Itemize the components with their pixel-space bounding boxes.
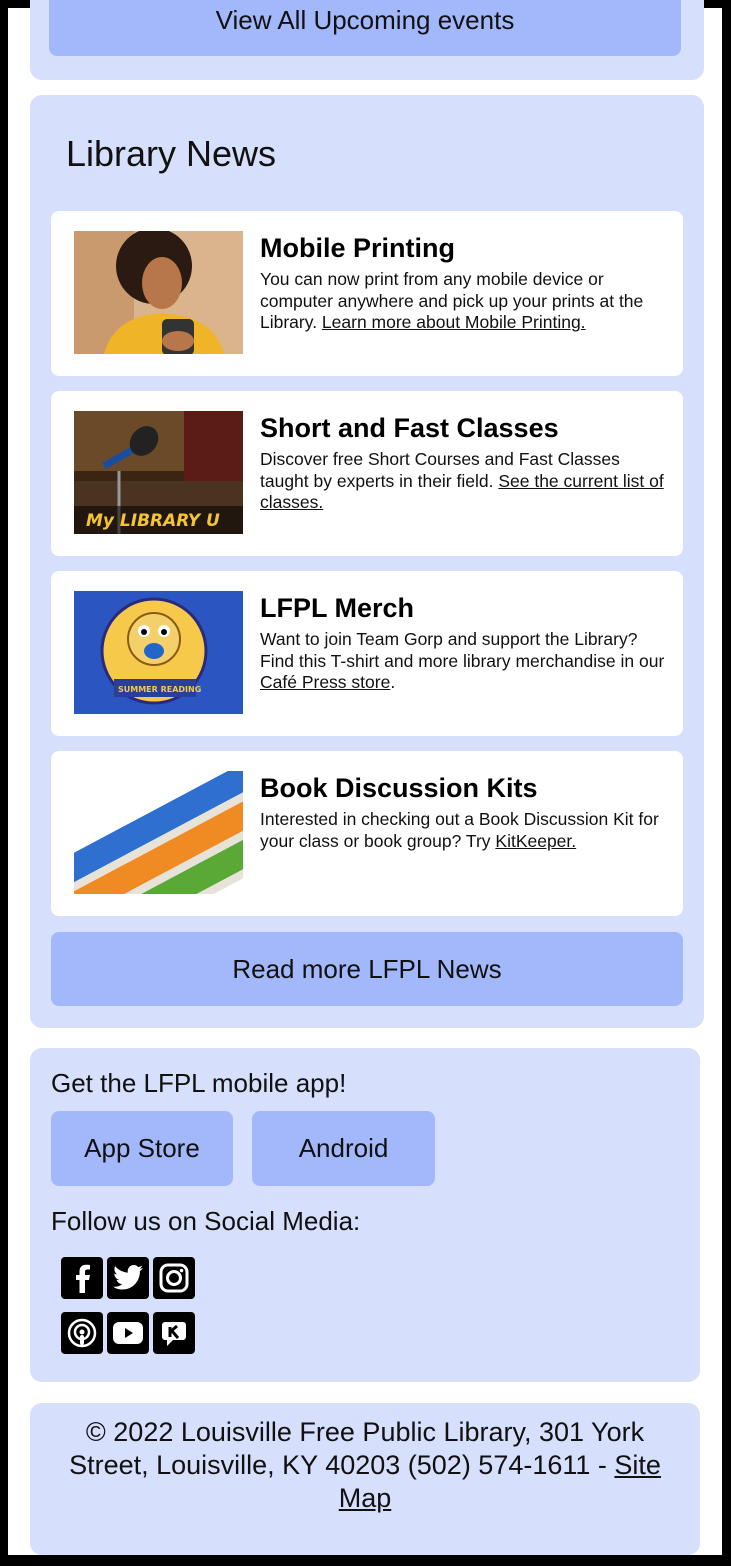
footer-panel: © 2022 Louisville Free Public Library, 3… bbox=[30, 1403, 700, 1555]
kitkeeper-link[interactable]: KitKeeper. bbox=[495, 831, 576, 851]
classes-image: My LIBRARY U bbox=[74, 411, 243, 534]
news-title: LFPL Merch bbox=[260, 593, 415, 623]
news-title: Short and Fast Classes bbox=[260, 413, 559, 443]
library-news-panel: Library News Mobile Printing You can now… bbox=[30, 95, 704, 1028]
classes-logo-text: My LIBRARY U bbox=[86, 511, 220, 531]
view-all-events-button[interactable]: View All Upcoming events bbox=[49, 0, 681, 56]
news-card: SUMMER READING LFPL Merch Want to join T… bbox=[51, 571, 683, 736]
cafe-press-link[interactable]: Café Press store bbox=[260, 672, 390, 692]
podcast-icon[interactable] bbox=[61, 1312, 103, 1354]
news-heading: Library News bbox=[66, 133, 277, 174]
books-image bbox=[74, 771, 243, 894]
footer-text: © 2022 Louisville Free Public Library, 3… bbox=[50, 1416, 680, 1515]
twitter-icon[interactable] bbox=[107, 1257, 149, 1299]
instagram-icon[interactable] bbox=[153, 1257, 195, 1299]
android-button[interactable]: Android bbox=[252, 1111, 435, 1186]
events-panel: View All Upcoming events bbox=[30, 0, 704, 80]
merch-tshirt-image: SUMMER READING bbox=[74, 591, 243, 714]
news-title: Book Discussion Kits bbox=[260, 773, 538, 803]
news-card: Book Discussion Kits Interested in check… bbox=[51, 751, 683, 916]
app-store-button[interactable]: App Store bbox=[51, 1111, 233, 1186]
page: View All Upcoming events Library News Mo… bbox=[8, 0, 722, 1555]
app-social-panel: Get the LFPL mobile app! App Store Andro… bbox=[30, 1048, 700, 1382]
read-more-news-button[interactable]: Read more LFPL News bbox=[51, 932, 683, 1006]
youtube-icon[interactable] bbox=[107, 1312, 149, 1354]
news-card: My LIBRARY U Short and Fast Classes Disc… bbox=[51, 391, 683, 556]
kanopy-icon[interactable] bbox=[153, 1312, 195, 1354]
news-description: Discover free Short Courses and Fast Cla… bbox=[260, 449, 664, 512]
news-description: Want to join Team Gorp and support the L… bbox=[260, 629, 665, 692]
news-title: Mobile Printing bbox=[260, 233, 455, 263]
merch-badge-text: SUMMER READING bbox=[118, 685, 201, 694]
copyright-text: © 2022 Louisville Free Public Library, 3… bbox=[69, 1417, 645, 1480]
social-heading: Follow us on Social Media: bbox=[51, 1206, 361, 1236]
news-card: Mobile Printing You can now print from a… bbox=[51, 211, 683, 376]
facebook-icon[interactable] bbox=[61, 1257, 103, 1299]
app-heading: Get the LFPL mobile app! bbox=[51, 1068, 347, 1098]
news-description: Interested in checking out a Book Discus… bbox=[260, 809, 659, 851]
news-description: You can now print from any mobile device… bbox=[260, 269, 644, 332]
mobile-printing-image bbox=[74, 231, 243, 354]
mobile-printing-link[interactable]: Learn more about Mobile Printing. bbox=[322, 312, 586, 332]
